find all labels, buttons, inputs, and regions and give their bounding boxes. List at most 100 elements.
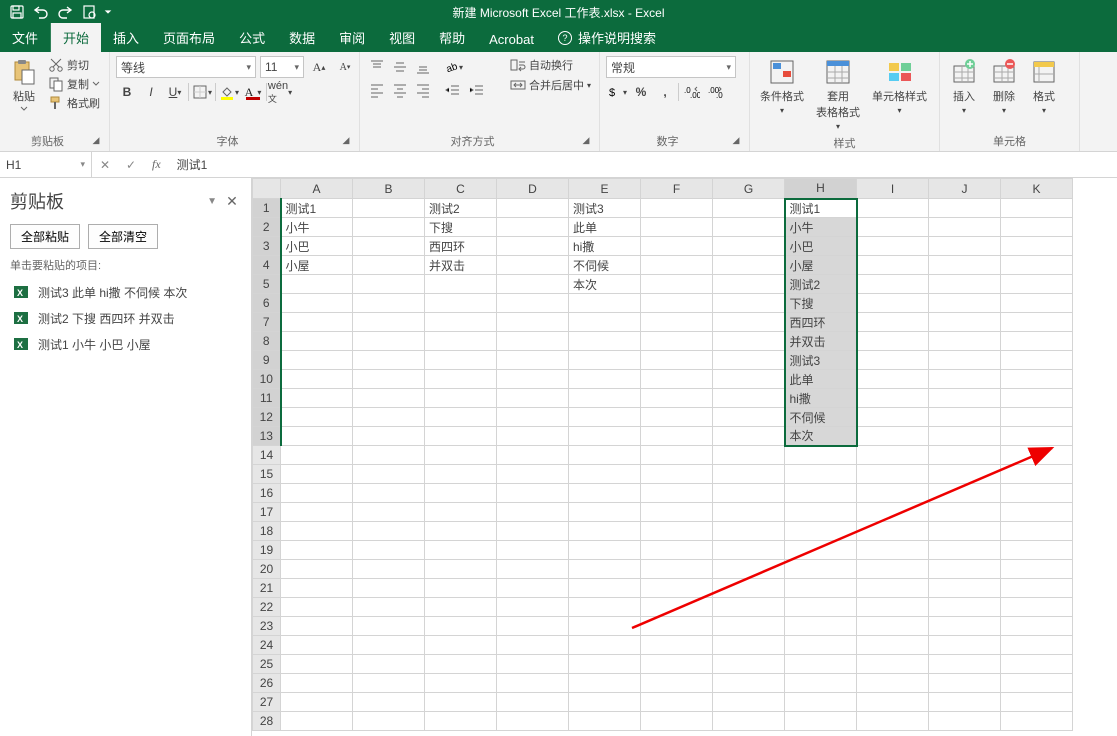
cell[interactable] [785, 693, 857, 712]
cell[interactable] [497, 636, 569, 655]
cell[interactable] [353, 294, 425, 313]
cell[interactable] [425, 446, 497, 465]
cell[interactable] [713, 693, 785, 712]
chevron-down-icon[interactable]: ▼ [207, 196, 217, 207]
cell[interactable] [497, 237, 569, 256]
cell[interactable] [569, 541, 641, 560]
cell[interactable] [425, 465, 497, 484]
cell[interactable] [929, 256, 1001, 275]
column-header[interactable]: G [713, 179, 785, 199]
row-header[interactable]: 13 [253, 427, 281, 446]
cell[interactable]: 西四环 [425, 237, 497, 256]
number-dialog-launcher[interactable]: ◢ [729, 133, 743, 147]
select-all-corner[interactable] [253, 179, 281, 199]
cell[interactable] [929, 636, 1001, 655]
column-header[interactable]: E [569, 179, 641, 199]
cell[interactable] [425, 541, 497, 560]
underline-button[interactable]: U▾ [164, 81, 186, 103]
row-header[interactable]: 3 [253, 237, 281, 256]
cell[interactable] [785, 560, 857, 579]
cell[interactable] [497, 522, 569, 541]
cell[interactable] [929, 237, 1001, 256]
cell[interactable] [425, 617, 497, 636]
cell[interactable] [857, 693, 929, 712]
phonetic-button[interactable]: wén文▾ [269, 81, 291, 103]
cell[interactable] [713, 579, 785, 598]
column-header[interactable]: I [857, 179, 929, 199]
cell[interactable] [1001, 237, 1073, 256]
cell[interactable] [785, 503, 857, 522]
cell[interactable] [929, 712, 1001, 731]
cell[interactable] [497, 655, 569, 674]
cell[interactable]: 下搜 [785, 294, 857, 313]
row-header[interactable]: 16 [253, 484, 281, 503]
cell[interactable] [353, 465, 425, 484]
cell[interactable] [713, 218, 785, 237]
cell[interactable] [641, 465, 713, 484]
cell[interactable] [857, 313, 929, 332]
cell[interactable]: 本次 [785, 427, 857, 446]
cell[interactable] [1001, 674, 1073, 693]
cell[interactable] [785, 579, 857, 598]
cell[interactable] [425, 674, 497, 693]
insert-cells-button[interactable]: 插入▾ [946, 56, 982, 117]
format-painter-button[interactable]: 格式刷 [46, 94, 102, 112]
cell[interactable] [857, 389, 929, 408]
cell[interactable] [929, 560, 1001, 579]
cell[interactable] [281, 370, 353, 389]
accounting-format-button[interactable]: $▾ [606, 81, 628, 103]
cell[interactable] [857, 598, 929, 617]
cell[interactable] [641, 218, 713, 237]
cell[interactable] [353, 351, 425, 370]
cell[interactable]: 此单 [785, 370, 857, 389]
cell[interactable] [281, 332, 353, 351]
cell[interactable] [641, 655, 713, 674]
row-header[interactable]: 7 [253, 313, 281, 332]
cell[interactable] [857, 617, 929, 636]
cell[interactable] [281, 674, 353, 693]
cell[interactable] [713, 351, 785, 370]
cell[interactable] [929, 465, 1001, 484]
cell[interactable] [713, 541, 785, 560]
row-header[interactable]: 20 [253, 560, 281, 579]
cell[interactable] [857, 256, 929, 275]
cell[interactable] [497, 313, 569, 332]
cell[interactable]: hi撒 [569, 237, 641, 256]
align-middle-button[interactable] [389, 56, 411, 78]
enter-formula-button[interactable]: ✓ [118, 152, 144, 177]
cell[interactable] [281, 351, 353, 370]
row-header[interactable]: 2 [253, 218, 281, 237]
cell[interactable]: 不伺候 [569, 256, 641, 275]
column-header[interactable]: C [425, 179, 497, 199]
cell[interactable] [569, 579, 641, 598]
cell[interactable] [497, 484, 569, 503]
tab-help[interactable]: 帮助 [427, 23, 477, 52]
cell[interactable] [857, 332, 929, 351]
tab-data[interactable]: 数据 [277, 23, 327, 52]
cell[interactable]: 小牛 [281, 218, 353, 237]
cell[interactable] [641, 275, 713, 294]
cell[interactable] [353, 218, 425, 237]
tab-acrobat[interactable]: Acrobat [477, 27, 546, 52]
cell[interactable] [1001, 579, 1073, 598]
cell[interactable] [569, 408, 641, 427]
cell[interactable] [857, 199, 929, 218]
row-header[interactable]: 19 [253, 541, 281, 560]
cell[interactable] [497, 560, 569, 579]
cell[interactable] [713, 598, 785, 617]
cell[interactable]: 测试1 [785, 199, 857, 218]
column-header[interactable]: B [353, 179, 425, 199]
cell[interactable] [497, 712, 569, 731]
cell[interactable] [713, 617, 785, 636]
row-header[interactable]: 26 [253, 674, 281, 693]
name-box[interactable]: H1 ▾ [0, 152, 92, 177]
cell[interactable] [569, 636, 641, 655]
cell[interactable] [281, 712, 353, 731]
cell[interactable] [497, 199, 569, 218]
cell[interactable] [281, 541, 353, 560]
cell[interactable] [641, 560, 713, 579]
cell[interactable] [713, 636, 785, 655]
tab-home[interactable]: 开始 [51, 23, 101, 52]
cell[interactable] [353, 541, 425, 560]
row-header[interactable]: 6 [253, 294, 281, 313]
